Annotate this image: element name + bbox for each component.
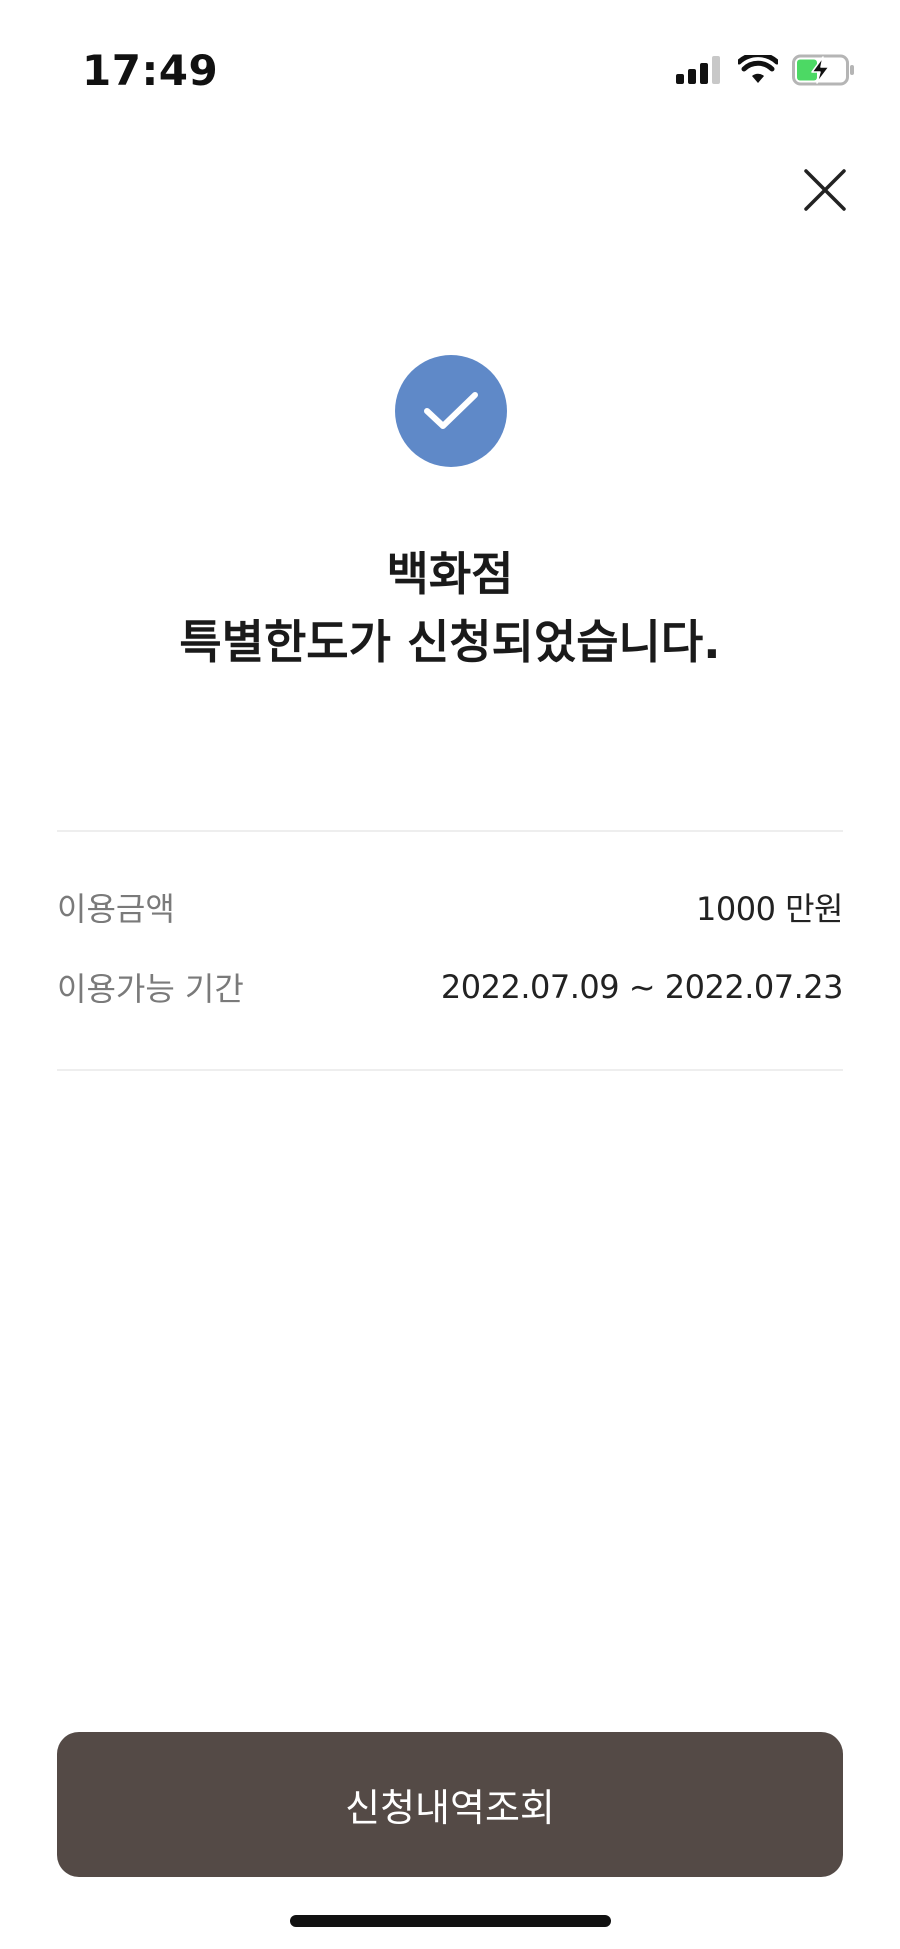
result-title-line1: 백화점 (386, 547, 514, 601)
screen: 17:49 백화점 특별한도가 신청되었습니다. 이용금액 1000 만원 이용… (0, 0, 900, 1949)
view-application-history-button[interactable]: 신청내역조회 (57, 1732, 843, 1877)
close-icon (804, 169, 846, 211)
detail-label: 이용금액 (57, 890, 175, 928)
success-check-icon (395, 355, 507, 467)
detail-row-amount: 이용금액 1000 만원 (57, 882, 844, 932)
divider (57, 830, 843, 832)
divider (57, 1069, 843, 1071)
result-title: 백화점 특별한도가 신청되었습니다. (0, 540, 900, 676)
detail-value: 2022.07.09 ~ 2022.07.23 (440, 968, 844, 1006)
result-title-line2: 특별한도가 신청되었습니다. (179, 615, 721, 669)
detail-row-period: 이용가능 기간 2022.07.09 ~ 2022.07.23 (57, 962, 844, 1012)
status-icons (676, 50, 856, 90)
status-time: 17:49 (82, 46, 219, 95)
status-bar: 17:49 (0, 0, 900, 140)
home-indicator[interactable] (290, 1915, 611, 1927)
detail-label: 이용가능 기간 (57, 970, 244, 1008)
wifi-icon (738, 55, 778, 85)
battery-charging-icon (792, 54, 856, 86)
detail-value: 1000 만원 (696, 890, 844, 928)
cellular-signal-icon (676, 56, 724, 84)
check-icon (424, 392, 478, 429)
close-button[interactable] (800, 165, 850, 215)
